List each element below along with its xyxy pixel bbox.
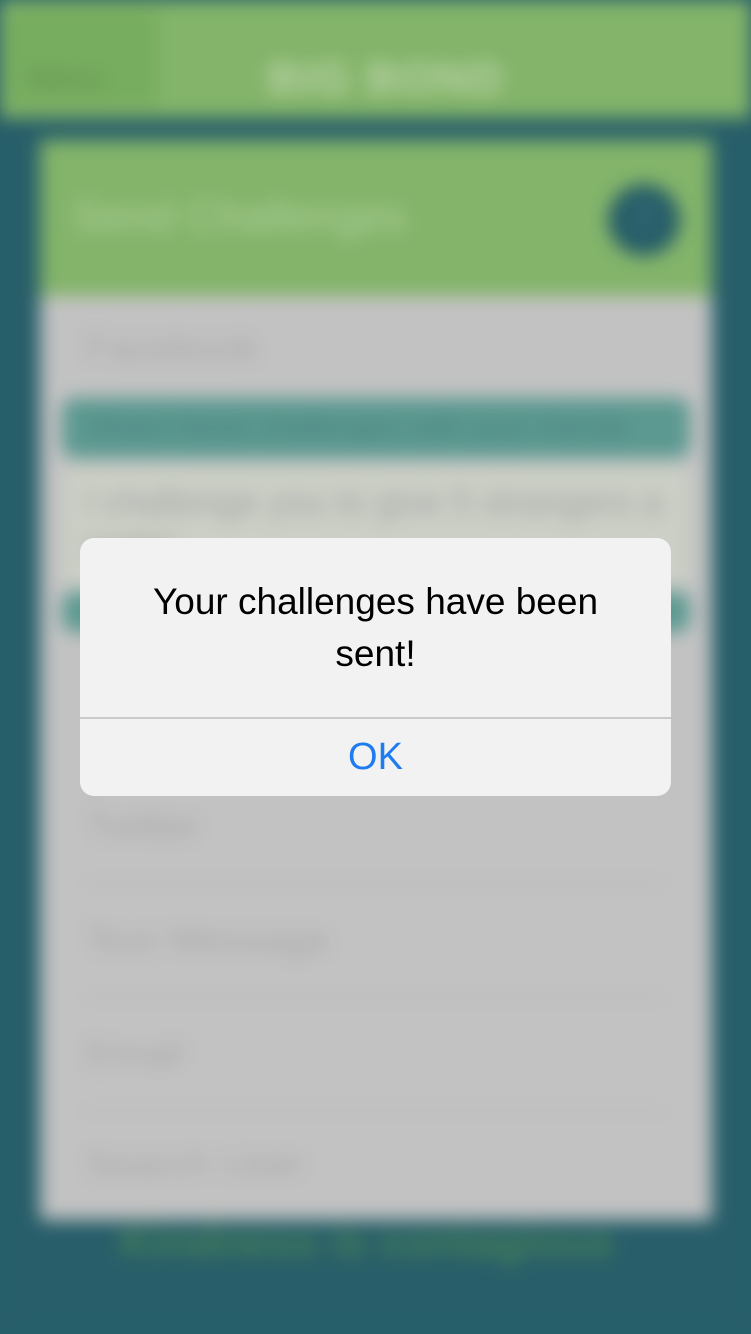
alert-dialog: Your challenges have been sent! OK (80, 538, 671, 796)
alert-message: Your challenges have been sent! (152, 581, 599, 674)
ok-button[interactable]: OK (80, 719, 671, 796)
